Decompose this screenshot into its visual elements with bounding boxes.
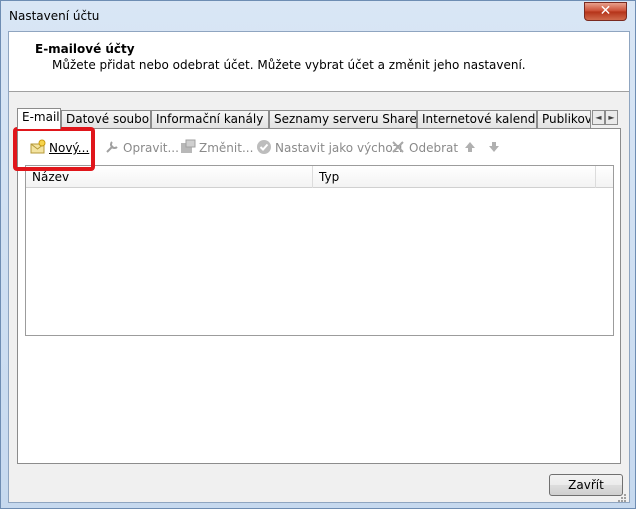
account-settings-window: Nastavení účtu ✕ E-mailové účty Můžete p… [0, 0, 636, 509]
arrow-down-icon [486, 139, 502, 155]
list-header: Název Typ [26, 166, 613, 188]
tab-scroll-left-icon[interactable]: ◄ [592, 110, 605, 125]
change-button[interactable]: Změnit... [180, 139, 253, 157]
check-icon [256, 139, 272, 155]
tab-internet-calendars[interactable]: Internetové kalendáře [417, 110, 537, 128]
column-separator[interactable] [595, 166, 596, 188]
account-list[interactable]: Název Typ [25, 165, 614, 336]
tab-email[interactable]: E-mail [17, 108, 61, 129]
remove-label: Odebrat [409, 141, 459, 155]
change-icon [180, 139, 196, 155]
dialog-body: E-mailové účty Můžete přidat nebo odebra… [8, 31, 630, 503]
window-close-button[interactable]: ✕ [584, 2, 627, 21]
close-dialog-label: Zavřít [568, 478, 604, 492]
tab-strip: E-mail Datové soubory Informační kanály … [17, 108, 618, 129]
tab-scroll-right-icon[interactable]: ► [605, 110, 618, 125]
set-default-label: Nastavit jako výchozí [275, 141, 403, 155]
resize-grip-icon[interactable] [617, 492, 627, 502]
move-down-button[interactable] [486, 139, 505, 157]
tab-published-calendars[interactable]: Publikované kalendáře [537, 110, 591, 128]
highlight-annotation [13, 127, 95, 171]
repair-button[interactable]: Opravit... [104, 139, 179, 157]
close-dialog-button[interactable]: Zavřít [549, 474, 623, 496]
remove-x-icon [390, 139, 406, 155]
change-label: Změnit... [199, 141, 254, 155]
move-up-button[interactable] [462, 139, 481, 157]
repair-icon [104, 139, 120, 155]
email-tab-panel: Nový... Opravit... Změnit... Nastavit ja… [17, 128, 621, 464]
tab-sharepoint-lists[interactable]: Seznamy serveru SharePoint [269, 110, 417, 128]
title-bar[interactable]: Nastavení účtu ✕ [1, 1, 635, 31]
remove-button[interactable]: Odebrat [390, 139, 458, 157]
repair-label: Opravit... [123, 141, 179, 155]
header-title: E-mailové účty [35, 42, 135, 56]
account-toolbar: Nový... Opravit... Změnit... Nastavit ja… [18, 129, 620, 163]
arrow-up-icon [462, 139, 478, 155]
window-title: Nastavení účtu [9, 9, 100, 23]
header-description: Můžete přidat nebo odebrat účet. Můžete … [52, 58, 526, 72]
tab-rss-feeds[interactable]: Informační kanály RSS [151, 110, 269, 128]
column-header-type[interactable]: Typ [313, 166, 595, 188]
header-area: E-mailové účty Můžete přidat nebo odebra… [9, 32, 629, 92]
tab-data-files[interactable]: Datové soubory [61, 110, 151, 128]
set-default-button[interactable]: Nastavit jako výchozí [256, 139, 402, 157]
